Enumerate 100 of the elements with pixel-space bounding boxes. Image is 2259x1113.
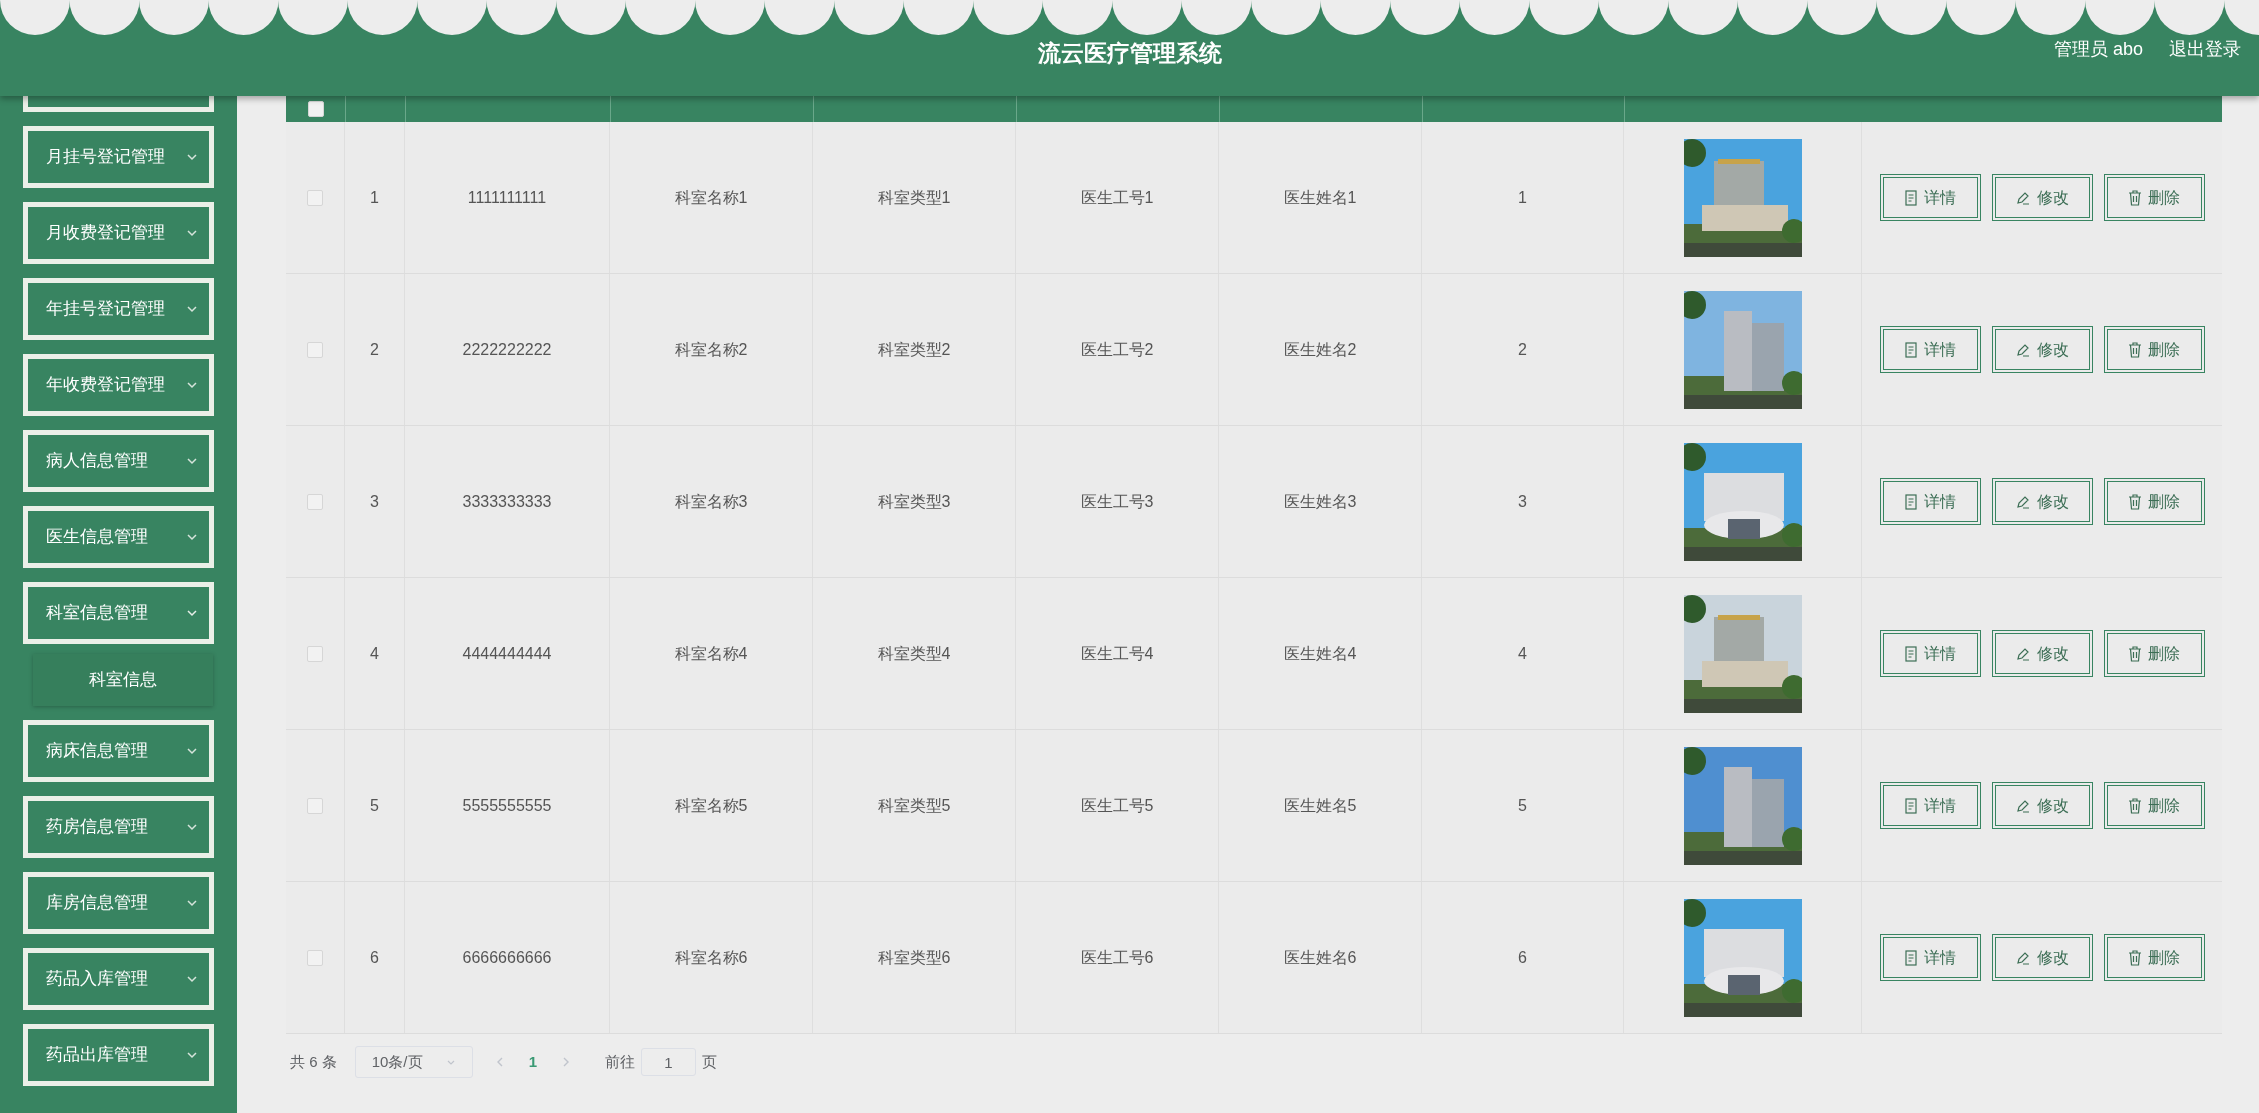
page-size-select[interactable]: 10条/页 <box>354 1046 473 1078</box>
menu-item[interactable]: 月挂号登记管理 <box>23 126 214 188</box>
table-cell-text: 4444444444 <box>462 643 552 664</box>
table-cell-text: 5555555555 <box>462 795 552 816</box>
row-checkbox[interactable] <box>307 101 324 117</box>
table-cell-text: 科室类型1 <box>877 187 951 208</box>
table-cell-text: 4 <box>370 643 379 664</box>
delete-button[interactable]: 删除 <box>2103 174 2205 221</box>
table-cell-text: 医生工号3 <box>1080 491 1154 512</box>
table-cell-text: 医生姓名3 <box>1283 491 1357 512</box>
menu-item[interactable]: 年挂号登记管理 <box>23 278 214 340</box>
edit-button[interactable]: 修改 <box>1991 630 2093 677</box>
goto-suffix: 页 <box>702 1051 718 1072</box>
trash-icon <box>2128 189 2142 206</box>
edit-button[interactable]: 修改 <box>1991 326 2093 373</box>
goto-label: 前往 <box>605 1051 636 1072</box>
menu-item[interactable]: 药品出库管理 <box>23 1024 214 1086</box>
trash-icon <box>2128 341 2142 358</box>
table-cell-text: 3 <box>1518 491 1527 512</box>
table-cell-text: 科室名称5 <box>674 795 748 816</box>
table-cell-text: 医生工号2 <box>1080 339 1154 360</box>
document-icon <box>1904 645 1918 662</box>
table-cell-text: 科室类型2 <box>877 339 951 360</box>
table-cell-text: 医生工号4 <box>1080 643 1154 664</box>
table-cell-text: 4 <box>1518 643 1527 664</box>
page-input[interactable]: 1 <box>641 1048 697 1076</box>
details-button[interactable]: 详情 <box>1879 934 1981 981</box>
table-cell-text: 科室名称2 <box>674 339 748 360</box>
menu-item[interactable]: 病床信息管理 <box>23 720 214 782</box>
table-cell-text: 3 <box>370 491 379 512</box>
document-icon <box>1904 341 1918 358</box>
logout-link[interactable]: 退出登录 <box>2169 36 2241 63</box>
row-checkbox[interactable] <box>307 341 323 358</box>
details-button[interactable]: 详情 <box>1879 630 1981 677</box>
delete-button[interactable]: 删除 <box>2103 782 2205 829</box>
table-cell-text: 科室名称3 <box>674 491 748 512</box>
table-cell-text: 6 <box>370 947 379 968</box>
page-number[interactable]: 1 <box>528 1050 538 1074</box>
details-button[interactable]: 详情 <box>1879 782 1981 829</box>
menu-item[interactable]: 月收费登记管理 <box>23 202 214 264</box>
menu-item[interactable] <box>23 96 214 112</box>
delete-button[interactable]: 删除 <box>2103 478 2205 525</box>
table-cell-text: 科室名称4 <box>674 643 748 664</box>
table-cell-text: 6666666666 <box>462 947 552 968</box>
table-cell-text: 医生姓名6 <box>1283 947 1357 968</box>
table-cell-text: 医生工号6 <box>1080 947 1154 968</box>
document-icon <box>1904 949 1918 966</box>
document-icon <box>1904 797 1918 814</box>
trash-icon <box>2128 493 2142 510</box>
details-button[interactable]: 详情 <box>1879 478 1981 525</box>
edit-button[interactable]: 修改 <box>1991 174 2093 221</box>
menu-item[interactable]: 科室信息管理 <box>23 582 214 644</box>
document-icon <box>1904 189 1918 206</box>
row-checkbox[interactable] <box>307 645 323 662</box>
table-cell-text: 科室类型6 <box>877 947 951 968</box>
table-cell-text: 医生工号1 <box>1080 187 1154 208</box>
edit-button[interactable]: 修改 <box>1991 782 2093 829</box>
submenu-item[interactable]: 科室信息 <box>33 654 213 706</box>
menu-item[interactable]: 医生信息管理 <box>23 506 214 568</box>
table-cell-text: 3333333333 <box>462 491 552 512</box>
table-cell-text: 5 <box>1518 795 1527 816</box>
details-button[interactable]: 详情 <box>1879 326 1981 373</box>
table-cell-text: 科室类型3 <box>877 491 951 512</box>
table-cell-text: 科室名称6 <box>674 947 748 968</box>
table-cell-text: 科室名称1 <box>674 187 748 208</box>
table-cell-text: 2222222222 <box>462 339 552 360</box>
table-cell-text: 医生姓名5 <box>1283 795 1357 816</box>
edit-button[interactable]: 修改 <box>1991 934 2093 981</box>
delete-button[interactable]: 删除 <box>2103 934 2205 981</box>
table-cell-text: 2 <box>370 339 379 360</box>
app-title: 流云医疗管理系统 <box>1037 39 1222 68</box>
menu-item[interactable]: 年收费登记管理 <box>23 354 214 416</box>
table-cell-text: 科室类型4 <box>877 643 951 664</box>
table-cell-text: 1 <box>370 187 379 208</box>
row-checkbox[interactable] <box>307 797 323 814</box>
edit-button[interactable]: 修改 <box>1991 478 2093 525</box>
delete-button[interactable]: 删除 <box>2103 630 2205 677</box>
table-cell-text: 2 <box>1518 339 1527 360</box>
table-cell-text: 医生姓名4 <box>1283 643 1357 664</box>
table-cell-text: 医生姓名1 <box>1283 187 1357 208</box>
table-cell-text: 医生工号5 <box>1080 795 1154 816</box>
user-label: 管理员 abo <box>2053 38 2143 61</box>
table-cell-text: 6 <box>1518 947 1527 968</box>
trash-icon <box>2128 949 2142 966</box>
document-icon <box>1904 493 1918 510</box>
details-button[interactable]: 详情 <box>1879 174 1981 221</box>
row-checkbox[interactable] <box>307 949 323 966</box>
delete-button[interactable]: 删除 <box>2103 326 2205 373</box>
table-cell-text: 5 <box>370 795 379 816</box>
table-cell-text: 1111111111 <box>467 187 547 208</box>
row-checkbox[interactable] <box>307 493 323 510</box>
table-cell-text: 1 <box>1518 187 1527 208</box>
total-count: 共 6 条 <box>290 1051 337 1072</box>
menu-item[interactable]: 病人信息管理 <box>23 430 214 492</box>
menu-item[interactable]: 库房信息管理 <box>23 872 214 934</box>
trash-icon <box>2128 797 2142 814</box>
menu-item[interactable]: 药房信息管理 <box>23 796 214 858</box>
menu-item[interactable]: 药品入库管理 <box>23 948 214 1010</box>
row-checkbox[interactable] <box>307 189 323 206</box>
table-cell-text: 医生姓名2 <box>1283 339 1357 360</box>
